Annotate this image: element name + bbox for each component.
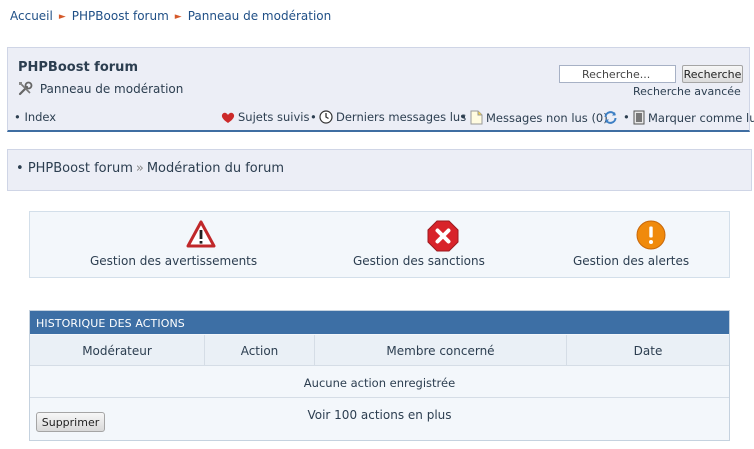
nav-mark-read-label: Marquer comme lu [648, 111, 754, 125]
forum-nav: • Index Sujets suivis • Derniers message… [14, 110, 754, 126]
history-footer: Voir 100 actions en plus Supprimer [30, 399, 729, 440]
nav-last-read[interactable]: Derniers messages lus [319, 110, 466, 124]
bullet: • [16, 161, 24, 176]
nav-followed[interactable]: Sujets suivis [221, 110, 309, 124]
page-title: Modération du forum [146, 161, 285, 176]
warnings-action-label: Gestion des avertissements [90, 254, 258, 268]
subheader-separator: » [135, 161, 144, 176]
breadcrumb: Accueil ► PHPBoost forum ► Panneau de modéra… [10, 9, 331, 23]
column-header-date: Date [567, 335, 729, 366]
mod-panel-label: Panneau de modération [39, 82, 184, 96]
nav-last-read-label: Derniers messages lus [336, 110, 467, 124]
breadcrumb-mod-panel-link[interactable]: Panneau de modération [188, 9, 332, 23]
forum-header: PHPBoost forum Panneau de modération Rec… [7, 47, 754, 132]
nav-separator: • [460, 110, 467, 124]
nav-index-label: Index [24, 110, 57, 124]
alerts-action[interactable]: Gestion des alertes [573, 220, 690, 268]
page-title-bar: • PHPBoost forum» Modération du forum [7, 149, 752, 191]
breadcrumb-forum-link[interactable]: PHPBoost forum [72, 9, 169, 23]
warnings-action[interactable]: Gestion des avertissements [90, 220, 258, 268]
mod-panel-link[interactable]: Panneau de modération [18, 81, 183, 96]
advanced-search-link[interactable]: Recherche avancée [633, 85, 741, 98]
nav-index[interactable]: • Index [14, 110, 56, 124]
nav-bullet: • [14, 110, 21, 124]
clock-icon [319, 110, 336, 124]
alerts-action-label: Gestion des alertes [573, 254, 690, 268]
nav-unread[interactable]: Messages non lus (0) [470, 110, 608, 125]
column-header-moderator: Modérateur [30, 335, 205, 366]
sanctions-action-label: Gestion des sanctions [353, 254, 485, 268]
history-panel: HISTORIQUE DES ACTIONS Modérateur Action… [29, 310, 730, 441]
search-button[interactable]: Recherche [682, 65, 743, 83]
breadcrumb-separator-1: ► [58, 12, 66, 22]
history-title: HISTORIQUE DES ACTIONS [30, 311, 729, 334]
breadcrumb-separator-2: ► [174, 12, 182, 22]
tools-icon [18, 81, 40, 96]
delete-button[interactable]: Supprimer [36, 412, 105, 432]
more-actions-link[interactable]: Voir 100 actions en plus [30, 408, 729, 422]
book-icon [633, 110, 648, 125]
nav-separator: • [310, 110, 317, 124]
sanctions-action[interactable]: Gestion des sanctions [353, 220, 485, 268]
refresh-icon[interactable] [603, 110, 621, 125]
forum-title[interactable]: PHPBoost forum [18, 60, 138, 75]
column-header-member: Membre concerné [315, 335, 567, 366]
moderation-actions: Gestion des avertissements Gestion des s… [29, 211, 730, 278]
nav-mark-read[interactable]: Marquer comme lu [633, 110, 754, 125]
search-input[interactable] [559, 65, 676, 83]
nav-separator: • [623, 110, 630, 124]
document-icon [470, 110, 486, 125]
stop-icon [403, 220, 483, 254]
heart-icon [221, 110, 238, 124]
empty-row: Aucune action enregistrée [30, 366, 729, 398]
nav-unread-label: Messages non lus (0) [486, 111, 608, 125]
alert-icon [614, 220, 687, 254]
subheader-forum-link[interactable]: PHPBoost forum [28, 161, 133, 176]
nav-followed-label: Sujets suivis [238, 110, 310, 124]
breadcrumb-home-link[interactable]: Accueil [10, 9, 53, 23]
warning-icon [154, 220, 248, 254]
column-header-action: Action [205, 335, 315, 366]
